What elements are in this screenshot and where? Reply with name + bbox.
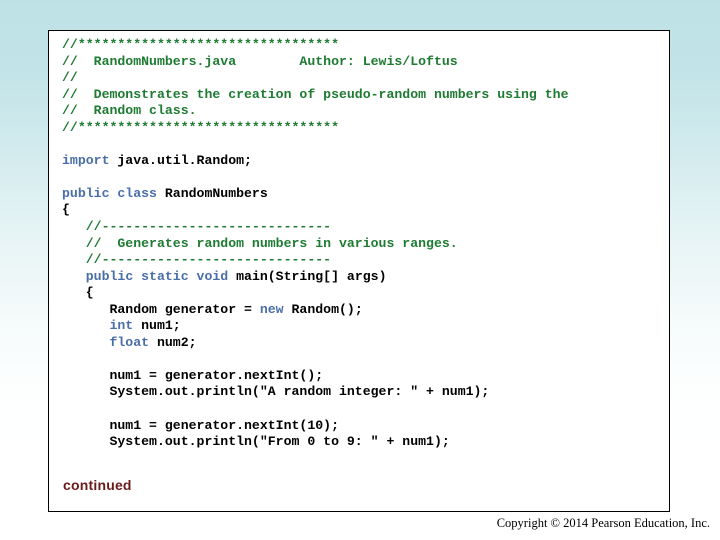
code-token: num1 = generator.nextInt(10); [62, 417, 339, 433]
code-line: System.out.println("A random integer: " … [62, 384, 665, 401]
code-token: num1; [133, 318, 181, 334]
code-line: Random generator = new Random(); [62, 302, 665, 319]
code-token: //********************************* [62, 37, 339, 52]
code-token: public class [62, 185, 157, 201]
code-line: num1 = generator.nextInt(10); [62, 418, 665, 435]
code-line: //----------------------------- [62, 219, 665, 236]
code-line: // Demonstrates the creation of pseudo-r… [62, 87, 665, 104]
code-line: // Random class. [62, 103, 665, 120]
code-token: java.util.Random; [109, 152, 252, 168]
code-line: System.out.println("From 0 to 9: " + num… [62, 434, 665, 451]
code-line: num1 = generator.nextInt(); [62, 368, 665, 385]
code-token: int [109, 318, 134, 334]
code-line: import java.util.Random; [62, 153, 665, 170]
code-token: // Demonstrates the creation of pseudo-r… [62, 86, 569, 102]
code-token: num1 = generator.nextInt(); [62, 367, 324, 383]
code-line: { [62, 202, 665, 219]
code-line: // [62, 70, 665, 87]
code-token: //********************************* [62, 119, 339, 135]
code-token: Random(); [283, 301, 363, 317]
code-token: float [109, 334, 150, 350]
code-token: System.out.println("A random integer: " … [62, 384, 490, 400]
code-line: float num2; [62, 335, 665, 352]
code-token: import [62, 152, 110, 168]
code-line: // Generates random numbers in various r… [62, 236, 665, 253]
code-line: public class RandomNumbers [62, 186, 665, 203]
continued-label: continued [63, 477, 132, 493]
code-token: main(String[] args) [228, 268, 387, 284]
code-token: RandomNumbers [156, 185, 268, 201]
copyright-notice: Copyright © 2014 Pearson Education, Inc. [496, 516, 710, 530]
code-line: //********************************* [62, 37, 665, 54]
code-line: //********************************* [62, 120, 665, 137]
code-line: public static void main(String[] args) [62, 269, 665, 286]
code-token: //----------------------------- [62, 219, 332, 235]
code-token: System.out.println("From 0 to 9: " + num… [62, 434, 450, 450]
code-token: // Generates random numbers in various r… [62, 235, 458, 251]
code-token: // RandomNumbers.java Author: Lewis/Loft… [62, 53, 458, 69]
code-token: // [62, 70, 78, 86]
code-token: new [259, 301, 284, 317]
java-source-code: //*********************************// Ra… [62, 37, 665, 451]
code-token: { [62, 285, 94, 301]
code-token: // Random class. [62, 103, 197, 119]
code-token: Random generator = [62, 301, 260, 317]
code-token: public static void [85, 268, 229, 284]
slide-canvas: //*********************************// Ra… [0, 0, 720, 540]
code-line: //----------------------------- [62, 252, 665, 269]
code-line: { [62, 285, 665, 302]
code-line: // RandomNumbers.java Author: Lewis/Loft… [62, 54, 665, 71]
code-token: { [62, 202, 70, 218]
code-line: int num1; [62, 318, 665, 335]
code-panel: //*********************************// Ra… [48, 30, 670, 512]
code-token: //----------------------------- [62, 252, 332, 268]
code-token: num2; [149, 334, 197, 350]
